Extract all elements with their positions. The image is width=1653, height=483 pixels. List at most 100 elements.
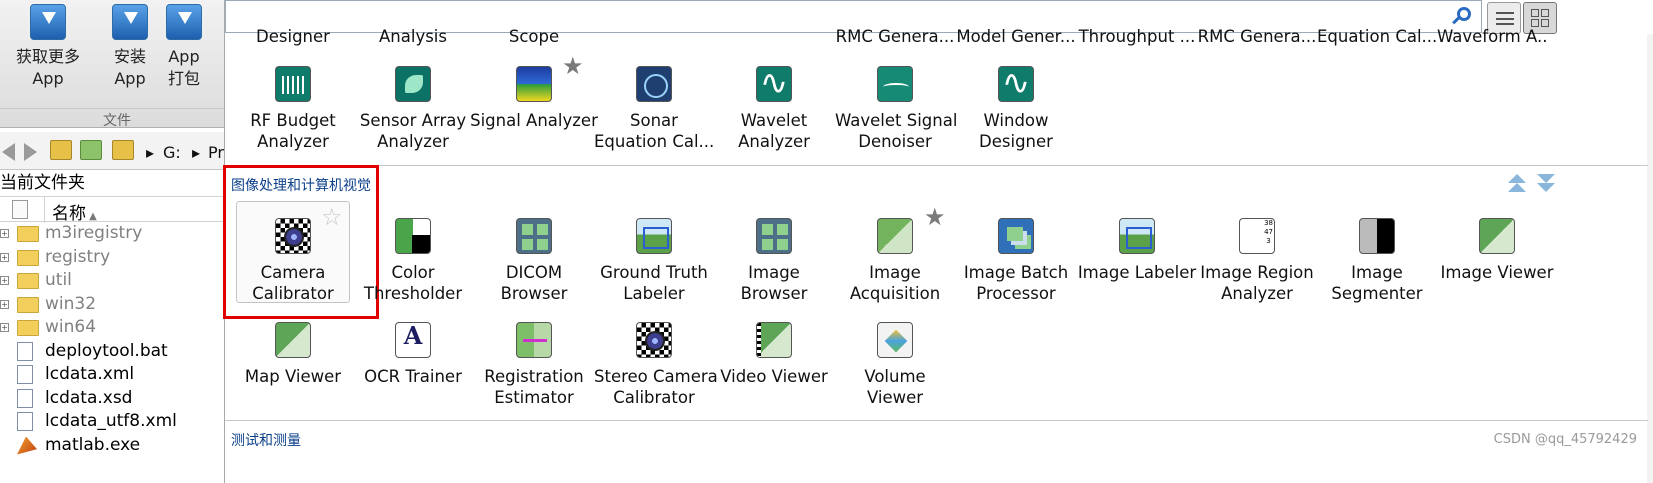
package-app-button[interactable]: App 打包 — [162, 4, 206, 90]
app-ground-truth-labeler[interactable]: Ground Truth Labeler — [594, 218, 714, 304]
expand-icon[interactable]: + — [0, 299, 9, 309]
path-separator: ▸ — [146, 143, 155, 162]
section-title-test-measurement[interactable]: 测试和测量 — [231, 430, 301, 450]
up-folder-icon[interactable] — [50, 140, 72, 160]
expand-icon[interactable]: + — [0, 323, 9, 332]
list-item[interactable]: + util — [0, 269, 234, 293]
app-dicom-browser[interactable]: DICOM Browser — [474, 218, 594, 304]
image-viewer-icon — [1479, 218, 1515, 254]
app-label-cut[interactable]: Waveform A... — [1437, 27, 1547, 47]
image-region-analyzer-icon — [1239, 218, 1275, 254]
app-stereo-camera-calibrator[interactable]: Stereo Camera Calibrator — [594, 322, 718, 408]
toolstrip-section-label: 文件 — [0, 108, 234, 130]
get-more-apps-button[interactable]: 获取更多 App — [0, 4, 98, 90]
app-image-browser[interactable]: Image Browser — [714, 218, 834, 304]
path-folder-icon — [112, 140, 134, 160]
app-image-region-analyzer[interactable]: Image RegionAnalyzer — [1197, 218, 1317, 304]
app-registration-estimator[interactable]: Registration Estimator — [474, 322, 594, 408]
favorite-star-outline-icon[interactable]: ☆ — [321, 205, 343, 229]
stereo-camera-calibrator-icon — [636, 322, 672, 358]
browse-folder-icon[interactable] — [80, 140, 102, 160]
list-item[interactable]: + win32 — [0, 293, 234, 317]
app-image-batch-processor[interactable]: Image Batch Processor — [956, 218, 1076, 304]
app-label-cut[interactable]: Throughput ... — [1077, 27, 1197, 47]
registration-estimator-icon — [516, 322, 552, 358]
list-item[interactable]: + win64 — [0, 316, 234, 340]
app-rf-budget-analyzer[interactable]: RF Budget Analyzer — [233, 66, 353, 152]
list-item[interactable]: matlab.exe — [0, 434, 234, 458]
gallery-scrollbar[interactable] — [1647, 34, 1653, 483]
path-segment-drive[interactable]: G: — [163, 143, 181, 162]
app-ocr-trainer[interactable]: OCR Trainer — [353, 322, 473, 387]
wavelet-analyzer-icon — [756, 66, 792, 102]
app-label-cut[interactable]: Designer — [233, 27, 353, 47]
signal-analyzer-icon — [516, 66, 552, 102]
volume-viewer-icon — [877, 322, 913, 358]
app-label-cut[interactable]: Equation Cal... — [1317, 27, 1437, 47]
app-sonar-equation-calculator[interactable]: Sonar Equation Cal... — [594, 66, 714, 152]
expand-down-icon[interactable] — [1537, 174, 1555, 183]
folder-icon — [17, 296, 39, 313]
app-wavelet-signal-denoiser[interactable]: Wavelet Signal Denoiser — [835, 66, 957, 152]
path-segment-next[interactable]: Pr — [208, 143, 224, 162]
file-icon — [17, 388, 33, 408]
app-window-designer[interactable]: WindowDesigner — [956, 66, 1076, 152]
expand-icon[interactable]: + — [0, 229, 9, 238]
app-video-viewer[interactable]: Video Viewer — [714, 322, 834, 387]
app-label-cut[interactable]: Model Gener... — [956, 27, 1076, 47]
grid-view-icon — [1531, 9, 1551, 29]
ground-truth-labeler-icon — [636, 218, 672, 254]
name-column-header[interactable]: 名称 ▲ — [52, 199, 97, 224]
package-icon — [166, 4, 202, 40]
sort-ascending-icon: ▲ — [86, 211, 97, 222]
app-wavelet-analyzer[interactable]: WaveletAnalyzer — [714, 66, 834, 152]
folder-icon — [17, 226, 39, 242]
app-image-labeler[interactable]: Image Labeler — [1077, 218, 1197, 283]
image-batch-processor-icon — [998, 218, 1034, 254]
favorite-star-icon[interactable]: ★ — [562, 54, 584, 78]
list-item[interactable]: lcdata_utf8.xml — [0, 410, 234, 434]
window-designer-icon — [998, 66, 1034, 102]
video-viewer-icon — [756, 322, 792, 358]
dicom-browser-icon — [516, 218, 552, 254]
back-icon[interactable] — [2, 143, 15, 161]
image-labeler-icon — [1119, 218, 1155, 254]
collapse-up-icon[interactable] — [1508, 174, 1526, 183]
file-type-icon — [12, 200, 28, 219]
app-map-viewer[interactable]: Map Viewer — [233, 322, 353, 387]
collapse-up-icon[interactable] — [1508, 183, 1526, 192]
app-image-segmenter[interactable]: Image Segmenter — [1317, 218, 1437, 304]
expand-icon[interactable]: + — [0, 276, 9, 285]
image-acquisition-icon — [877, 218, 913, 254]
forward-icon[interactable] — [24, 143, 37, 161]
image-segmenter-icon — [1359, 218, 1395, 254]
app-volume-viewer[interactable]: Volume Viewer — [835, 322, 955, 408]
list-item[interactable]: lcdata.xsd — [0, 387, 234, 411]
app-image-viewer[interactable]: Image Viewer — [1437, 218, 1557, 283]
favorite-star-icon[interactable]: ★ — [924, 205, 946, 229]
rf-budget-analyzer-icon — [275, 66, 311, 102]
file-list: + m3iregistry + registry + util + win32 + win… — [0, 222, 234, 457]
list-item[interactable]: lcdata.xml — [0, 363, 234, 387]
app-color-thresholder[interactable]: Color Thresholder — [353, 218, 473, 304]
install-app-button[interactable]: 安装 App — [108, 4, 152, 90]
sonar-equation-calculator-icon — [636, 66, 672, 102]
matlab-logo-icon — [17, 436, 37, 455]
app-label-cut[interactable]: RMC Genera... — [1197, 27, 1317, 47]
install-icon — [112, 4, 148, 40]
path-separator: ▸ — [192, 143, 201, 162]
map-viewer-icon — [275, 322, 311, 358]
expand-icon[interactable]: + — [0, 252, 9, 262]
expand-down-icon[interactable] — [1537, 183, 1555, 192]
address-bar: ▸ G: ▸ Pr — [0, 132, 234, 170]
sensor-array-analyzer-icon — [395, 66, 431, 102]
search-icon[interactable] — [1457, 7, 1471, 21]
list-item[interactable]: deploytool.bat — [0, 340, 234, 364]
app-sensor-array-analyzer[interactable]: Sensor Array Analyzer — [353, 66, 473, 152]
list-item[interactable]: + registry — [0, 246, 234, 270]
app-label-cut[interactable]: RMC Genera... — [835, 27, 955, 47]
app-label-cut[interactable]: Analysis — [353, 27, 473, 47]
folder-icon — [17, 249, 39, 266]
app-label-cut[interactable]: Scope — [474, 27, 594, 47]
list-item[interactable]: + m3iregistry — [0, 222, 234, 246]
